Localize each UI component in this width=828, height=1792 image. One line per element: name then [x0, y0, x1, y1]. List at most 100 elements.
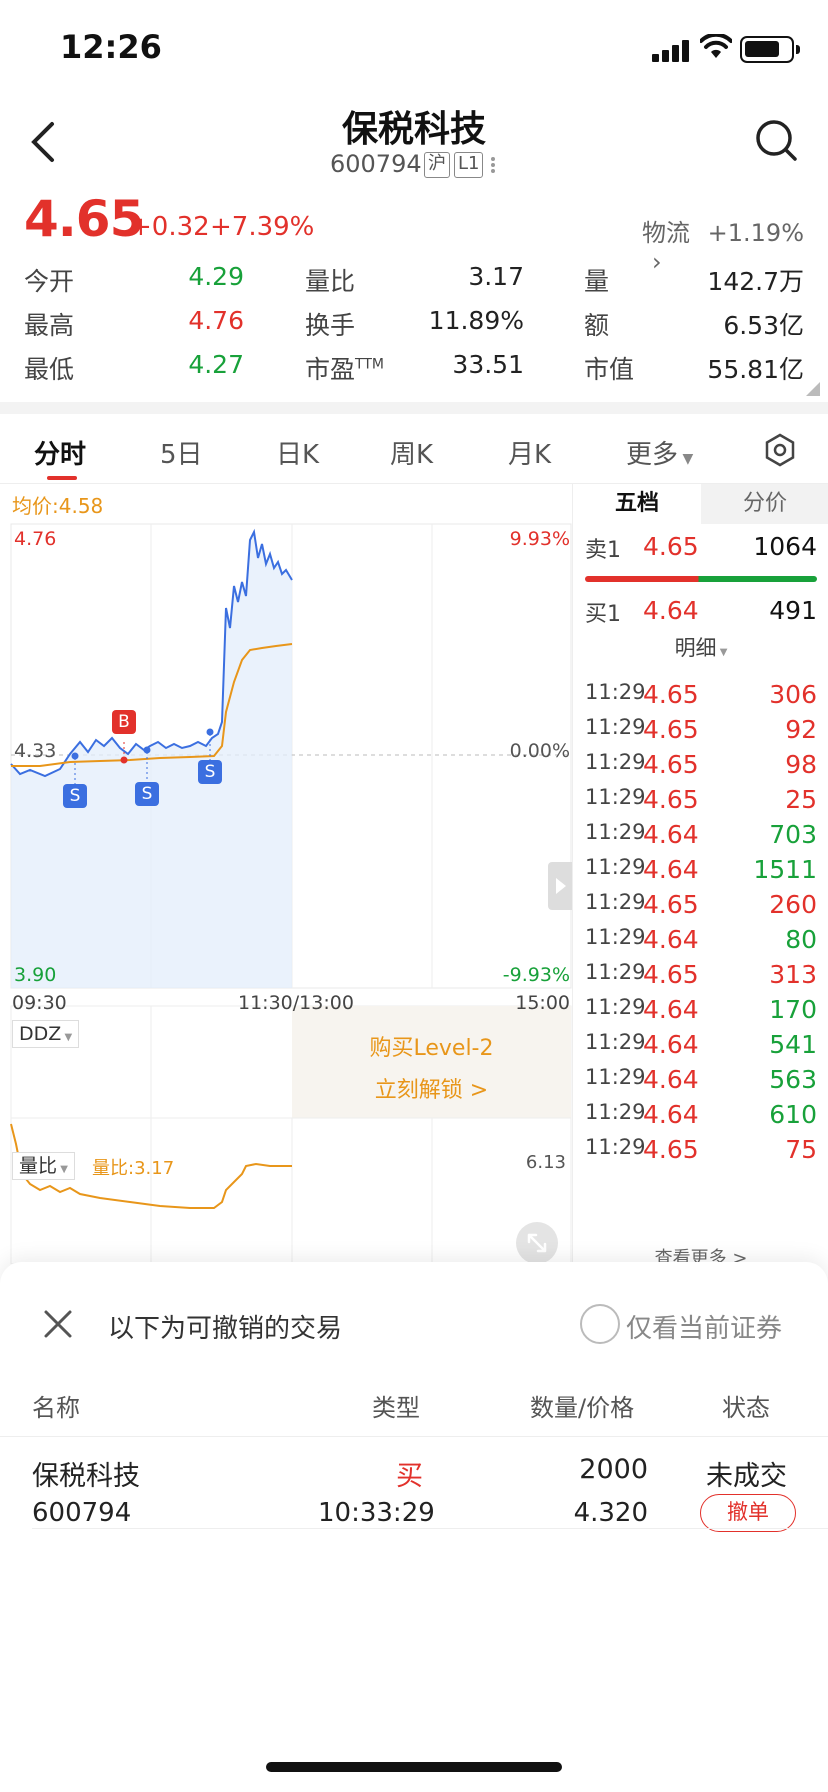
caret-down-icon: ▼	[61, 1032, 73, 1043]
order-stock-name: 保税科技	[32, 1461, 140, 1492]
stat-value-mktcap: 55.81亿	[707, 355, 804, 384]
tick-row: 11:29 4.65 306	[573, 680, 828, 716]
settings-hexagon-icon[interactable]	[762, 432, 798, 468]
stat-label-mktcap: 市值	[584, 355, 635, 384]
wifi-icon	[700, 34, 732, 58]
sell1-price: 4.65	[643, 532, 699, 561]
tab-price-distribution[interactable]: 分价	[701, 484, 828, 524]
tick-row: 11:29 4.65 25	[573, 785, 828, 821]
order-row[interactable]: 保税科技 600794 买 10:33:29 2000 4.320 未成交 撤单	[0, 1436, 828, 1540]
tick-volume: 25	[785, 785, 817, 814]
tick-time: 11:29	[585, 750, 646, 774]
sector-change: +1.19%	[707, 219, 804, 247]
sell1-row: 卖1 4.65 1064	[573, 532, 828, 568]
tick-row: 11:29 4.64 563	[573, 1065, 828, 1101]
tab-active-indicator	[47, 476, 77, 480]
cancelable-orders-sheet: 以下为可撤销的交易 仅看当前证券 名称 类型 数量/价格 状态 保税科技 600…	[0, 1262, 828, 1792]
tick-time: 11:29	[585, 820, 646, 844]
tick-time: 11:29	[585, 960, 646, 984]
tab-more[interactable]: 更多 ▼	[626, 434, 693, 471]
current-price: 4.65	[24, 190, 144, 248]
tick-volume: 306	[769, 680, 817, 709]
fullscreen-button[interactable]	[516, 1222, 558, 1264]
tab-monthly-k[interactable]: 月K	[508, 434, 551, 471]
status-bar: 12:26	[0, 0, 828, 100]
close-icon[interactable]	[42, 1308, 74, 1340]
intraday-chart[interactable]: 均价:4.58 4.76 4.33 3.90 9.93% 0.00% -9.93…	[0, 484, 572, 1264]
col-header-qty-price: 数量/价格	[530, 1394, 635, 1422]
stat-label-turnover: 换手	[305, 311, 356, 340]
stat-value-amount: 6.53亿	[723, 311, 804, 340]
orderbook-panel: 五档 分价 卖1 4.65 1064 买1 4.64 491 明细 ▼ 11:2…	[572, 484, 828, 1269]
tab-daily-k[interactable]: 日K	[276, 434, 319, 471]
order-quantity: 2000	[579, 1454, 648, 1485]
tick-volume: 610	[769, 1100, 817, 1129]
tick-time: 11:29	[585, 1135, 646, 1159]
stat-label-amount: 额	[584, 311, 610, 340]
detail-dropdown[interactable]: 明细 ▼	[573, 632, 828, 662]
panel-toggle-handle[interactable]	[548, 862, 572, 910]
cellular-signal-icon	[652, 38, 690, 62]
stat-value-high: 4.76	[188, 306, 244, 335]
volratio-value: 量比:3.17	[92, 1158, 175, 1179]
tick-time: 11:29	[585, 1065, 646, 1089]
tick-volume: 703	[769, 820, 817, 849]
chart-svg	[10, 523, 572, 1264]
tick-price: 4.64	[643, 855, 699, 884]
tick-price: 4.64	[643, 1030, 699, 1059]
sheet-title: 以下为可撤销的交易	[108, 1314, 343, 1344]
level2-unlock-link[interactable]: 立刻解锁 >	[292, 1072, 571, 1104]
tick-price: 4.64	[643, 1065, 699, 1094]
tab-intraday[interactable]: 分时	[34, 434, 86, 471]
time-axis-start: 09:30	[12, 992, 67, 1014]
tick-time: 11:29	[585, 680, 646, 704]
tab-weekly-k[interactable]: 周K	[390, 434, 433, 471]
sell-marker[interactable]: S	[198, 760, 222, 784]
tick-price: 4.65	[643, 715, 699, 744]
tick-row: 11:29 4.65 98	[573, 750, 828, 786]
tick-row: 11:29 4.64 541	[573, 1030, 828, 1066]
expand-corner-icon[interactable]	[806, 382, 820, 396]
indicator-selector-ddz[interactable]: DDZ ▼	[12, 1020, 80, 1048]
indicator-selector-volratio[interactable]: 量比 ▼	[12, 1152, 75, 1180]
sell-marker[interactable]: S	[63, 784, 87, 808]
filter-label[interactable]: 仅看当前证券	[626, 1308, 782, 1345]
detail-label: 明细	[674, 636, 717, 660]
buy-marker[interactable]: B	[112, 710, 136, 734]
tick-row: 11:29 4.64 80	[573, 925, 828, 961]
tab-5day[interactable]: 5日	[160, 434, 203, 471]
buy1-volume: 491	[769, 596, 817, 625]
filter-radio[interactable]	[580, 1304, 620, 1344]
tab-five-levels[interactable]: 五档	[573, 484, 701, 524]
y-axis-top-pct: 9.93%	[509, 528, 570, 550]
search-icon[interactable]	[754, 118, 798, 162]
cancel-order-button[interactable]: 撤单	[700, 1494, 796, 1532]
tick-price: 4.65	[643, 750, 699, 779]
sell-marker[interactable]: S	[135, 782, 159, 806]
caret-down-icon: ▼	[57, 1164, 68, 1175]
col-header-type: 类型	[372, 1394, 420, 1422]
level2-promo-title[interactable]: 购买Level-2	[292, 1030, 571, 1062]
tick-time: 11:29	[585, 1030, 646, 1054]
level-tag: L1	[454, 152, 484, 178]
tick-row: 11:29 4.65 313	[573, 960, 828, 996]
tick-volume: 80	[785, 925, 817, 954]
y-axis-mid-price: 4.33	[14, 740, 57, 762]
orderbook-tabs: 五档 分价	[573, 484, 828, 524]
price-change-pct: +7.39%	[210, 212, 315, 242]
tick-price: 4.65	[643, 890, 699, 919]
y-axis-bot-pct: -9.93%	[502, 964, 570, 986]
more-dots-icon[interactable]	[490, 155, 496, 177]
tick-volume: 98	[785, 750, 817, 779]
order-time: 10:33:29	[318, 1498, 435, 1528]
stat-label-volume: 量	[584, 267, 610, 296]
tick-price: 4.64	[643, 820, 699, 849]
tab-more-label: 更多	[626, 440, 679, 470]
status-time: 12:26	[60, 28, 162, 66]
home-indicator[interactable]	[266, 1762, 562, 1772]
buy1-row: 买1 4.64 491	[573, 596, 828, 632]
battery-icon	[740, 36, 800, 63]
tick-price: 4.65	[643, 680, 699, 709]
y-axis-mid-pct: 0.00%	[509, 740, 570, 762]
order-price: 4.320	[573, 1498, 648, 1528]
